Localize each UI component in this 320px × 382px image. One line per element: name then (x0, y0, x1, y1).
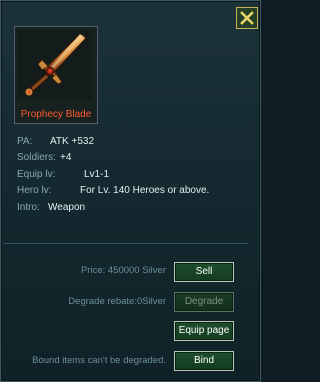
stat-value-pa: ATK +532 (50, 136, 95, 147)
stat-value-hero-lv: For Lv. 140 Heroes or above. (80, 185, 210, 196)
sword-icon (18, 30, 92, 100)
equip-page-button[interactable]: Equip page (174, 321, 234, 341)
divider (3, 243, 248, 244)
sell-button[interactable]: Sell (174, 262, 234, 282)
item-name: Prophecy Blade (20, 109, 92, 120)
stat-label-pa: PA: (17, 136, 33, 147)
degrade-rebate-label: Degrade rebate:0Silver (68, 296, 166, 307)
stat-label-intro: Intro: (17, 202, 40, 213)
stat-label-hero-lv: Hero lv: (17, 185, 52, 196)
stat-value-intro: Weapon (48, 202, 86, 213)
price-label: Price: 450000 Silver (80, 265, 166, 276)
item-detail-panel: Prophecy Blade PA: ATK +532 Soldiers: +4… (0, 0, 261, 382)
stat-value-soldiers: +4 (60, 152, 72, 163)
degrade-button[interactable]: Degrade (174, 292, 234, 312)
close-icon (240, 11, 254, 25)
item-slot: Prophecy Blade (14, 26, 98, 124)
stat-value-equip-lv: Lv1-1 (84, 169, 110, 180)
bind-button[interactable]: Bind (174, 351, 234, 371)
bound-note: Bound items can't be degraded. (32, 355, 166, 366)
stat-label-soldiers: Soldiers: (17, 152, 56, 163)
close-button[interactable] (236, 7, 258, 29)
stat-label-equip-lv: Equip lv: (17, 169, 56, 180)
